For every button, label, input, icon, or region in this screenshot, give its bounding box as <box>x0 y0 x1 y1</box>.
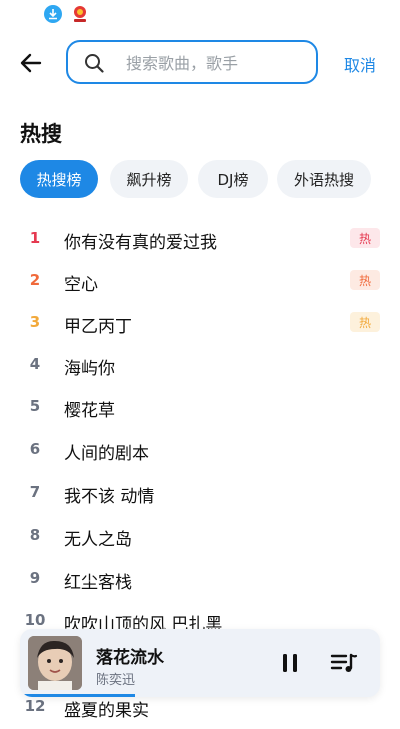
rank-number: 6 <box>29 440 41 458</box>
album-cover[interactable] <box>28 636 82 690</box>
now-playing-artist: 陈奕迅 <box>96 673 136 688</box>
tab-dj[interactable]: DJ榜 <box>198 160 268 198</box>
hot-list-item[interactable]: 9 红尘客栈 <box>0 559 400 601</box>
tab-rising[interactable]: 飙升榜 <box>110 160 188 198</box>
hot-list-item[interactable]: 7 我不该 动情 <box>0 473 400 515</box>
hot-badge: 热 <box>350 312 380 332</box>
song-title: 甲乙丙丁 <box>64 317 132 337</box>
pause-icon[interactable] <box>278 651 302 675</box>
rank-number: 9 <box>29 569 41 587</box>
song-title: 你有没有真的爱过我 <box>64 233 217 253</box>
rank-number: 7 <box>29 483 41 501</box>
rank-number: 3 <box>29 313 41 331</box>
tab-foreign-hot[interactable]: 外语热搜 <box>277 160 371 198</box>
song-title: 盛夏的果实 <box>64 701 149 721</box>
rank-number: 5 <box>29 397 41 415</box>
now-playing-title: 落花流水 <box>96 648 164 668</box>
tab-hot-search[interactable]: 热搜榜 <box>20 160 98 198</box>
rank-number: 8 <box>29 526 41 544</box>
search-icon <box>84 53 104 73</box>
song-title: 空心 <box>64 275 98 295</box>
playback-progress-bar[interactable] <box>20 694 136 697</box>
download-icon <box>44 5 62 23</box>
hot-list-item[interactable]: 2 空心 热 <box>0 261 400 303</box>
status-bar <box>0 0 400 28</box>
hot-list-item[interactable]: 8 无人之岛 <box>0 516 400 558</box>
search-input[interactable] <box>124 42 308 84</box>
song-title: 海屿你 <box>64 359 115 379</box>
rank-number: 2 <box>29 271 41 289</box>
song-title: 我不该 动情 <box>64 487 155 507</box>
hot-list-item[interactable]: 5 樱花草 <box>0 387 400 429</box>
song-title: 樱花草 <box>64 401 115 421</box>
song-title: 无人之岛 <box>64 530 132 550</box>
hot-list-item[interactable]: 3 甲乙丙丁 热 <box>0 303 400 345</box>
search-box[interactable] <box>66 40 318 84</box>
rank-number: 10 <box>24 611 46 629</box>
section-title: 热搜 <box>20 122 62 146</box>
mini-player[interactable]: 落花流水 陈奕迅 <box>20 629 380 697</box>
rank-number: 4 <box>29 355 41 373</box>
song-title: 人间的剧本 <box>64 444 149 464</box>
hot-badge: 热 <box>350 228 380 248</box>
hot-list-item[interactable]: 4 海屿你 <box>0 345 400 387</box>
cancel-button[interactable]: 取消 <box>344 52 376 76</box>
hot-list-item[interactable]: 6 人间的剧本 <box>0 430 400 472</box>
hot-badge: 热 <box>350 270 380 290</box>
back-arrow-icon[interactable] <box>18 50 44 76</box>
app-notification-icon <box>70 4 90 24</box>
hot-list-item[interactable]: 1 你有没有真的爱过我 热 <box>0 219 400 261</box>
song-title: 红尘客栈 <box>64 573 132 593</box>
playlist-icon[interactable] <box>330 651 358 675</box>
rank-number: 1 <box>29 229 41 247</box>
rank-number: 12 <box>24 697 46 715</box>
